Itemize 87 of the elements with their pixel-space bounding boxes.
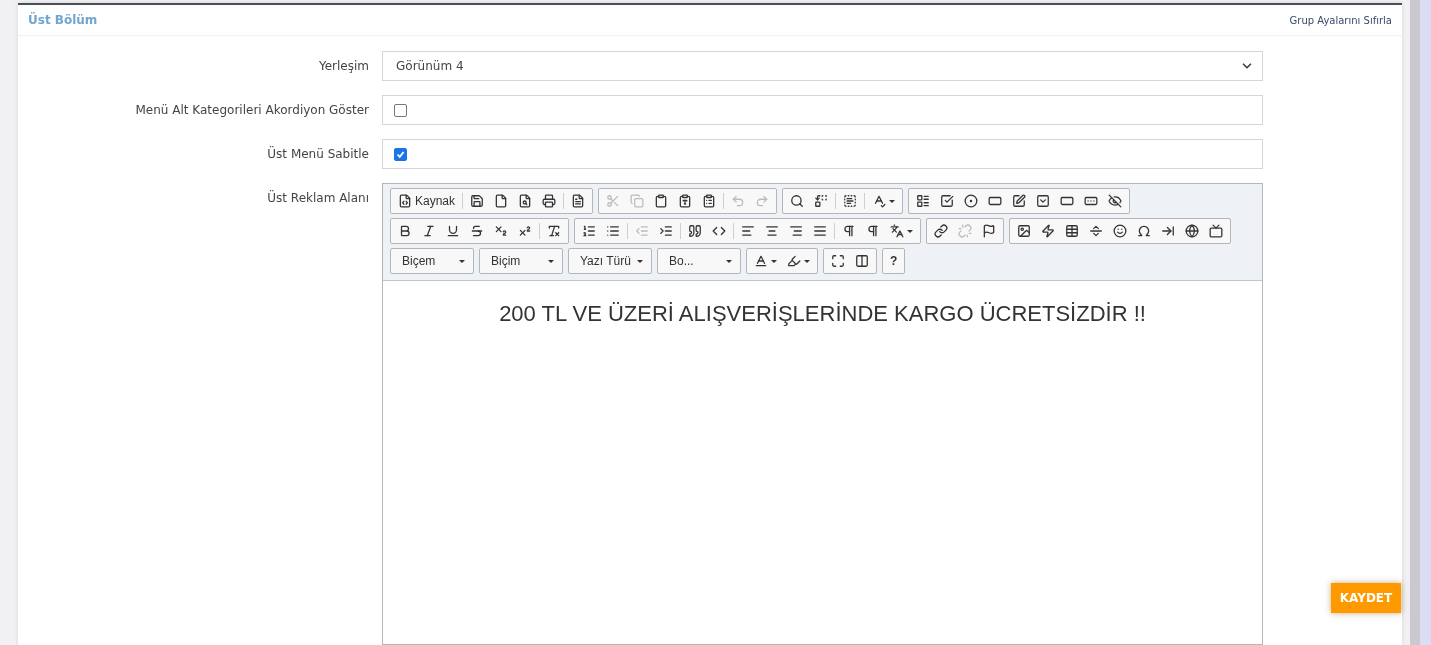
bold-icon: [398, 224, 412, 238]
form-icon: [916, 194, 931, 208]
caret-icon: [726, 259, 732, 263]
save-icon: [470, 194, 485, 208]
quote-icon: [688, 224, 702, 238]
horizontal-rule-icon: [1089, 224, 1103, 238]
code-file-icon: [398, 194, 412, 208]
caret-icon: [548, 259, 554, 263]
source-button[interactable]: Kaynak: [393, 191, 461, 211]
checkbox-icon: [940, 194, 955, 208]
outdent-icon: [635, 224, 649, 238]
caret-icon: [804, 259, 810, 263]
reset-link[interactable]: Grup Ayalarını Sıfırla: [1289, 14, 1392, 26]
checkbox[interactable]: [394, 103, 407, 117]
smiley-icon: [1113, 224, 1127, 238]
flag-icon: [982, 224, 996, 238]
italic-icon: [422, 224, 436, 238]
page-break-icon: [1161, 224, 1175, 238]
scissors-icon: [606, 194, 621, 208]
field-label: Yerleşim: [317, 58, 369, 75]
editor-content[interactable]: 200 TL VE ÜZERİ ALIŞVERİŞLERİNDE KARGO ÜCRETSİZDİR !!: [383, 281, 1262, 644]
hidden-field-icon: [1108, 194, 1123, 208]
text-area-icon: [1012, 194, 1027, 208]
clipboard-text-icon: [678, 194, 693, 208]
indent-icon: [659, 224, 673, 238]
layout-select[interactable]: Görünüm 4: [382, 51, 1263, 81]
table-icon: [1065, 224, 1079, 238]
align-right-icon: [789, 224, 803, 238]
subscript-icon: [494, 224, 508, 238]
preview-icon: [518, 194, 533, 208]
superscript-icon: [518, 224, 532, 238]
image-icon: [1017, 224, 1031, 238]
bullet-list-icon: [606, 224, 620, 238]
text-color-icon: [754, 254, 768, 268]
select-field-icon: [1036, 194, 1051, 208]
checkbox[interactable]: [394, 147, 407, 161]
document-icon: [571, 194, 586, 208]
pilcrow-icon: [866, 224, 880, 238]
search-icon: [790, 194, 805, 208]
numbered-list-icon: [582, 224, 596, 238]
radio-icon: [964, 194, 979, 208]
text-field-icon: [988, 194, 1003, 208]
banner-text: 200 TL VE ÜZERİ ALIŞVERİŞLERİNDE KARGO ÜCRETSİZDİR !!: [498, 301, 1147, 327]
style-dropdown[interactable]: Biçim: [482, 250, 560, 272]
style-dropdown[interactable]: Bo...: [660, 250, 738, 272]
image-button-icon: [1084, 194, 1099, 208]
help-button[interactable]: ?: [885, 251, 903, 271]
field-label: Üst Menü Sabitle: [266, 145, 369, 163]
caret-icon: [889, 199, 896, 203]
align-center-icon: [765, 224, 779, 238]
field-label: Üst Reklam Alanı: [266, 189, 369, 207]
video-icon: [1209, 224, 1223, 238]
link-icon: [934, 224, 948, 238]
div-icon: [712, 224, 726, 238]
undo-icon: [731, 194, 746, 208]
show-blocks-icon: [855, 254, 869, 268]
style-dropdown[interactable]: Yazı Türü: [571, 250, 649, 272]
underline-icon: [446, 224, 460, 238]
caret-icon: [637, 259, 643, 263]
justify-icon: [813, 224, 827, 238]
highlight-color-icon: [787, 254, 801, 268]
button-shape-icon: [1060, 194, 1075, 208]
caret-icon: [459, 259, 465, 263]
strikethrough-icon: [470, 224, 484, 238]
clipboard-icon: [654, 194, 669, 208]
style-dropdown[interactable]: Biçem: [393, 250, 471, 272]
blank-page-icon: [494, 194, 509, 208]
unlink-icon: [958, 224, 972, 238]
field-label: Menü Alt Kategorileri Akordiyon Göster: [134, 102, 369, 119]
select-all-icon: [843, 194, 858, 208]
language-icon: [890, 224, 904, 238]
globe-icon: [1185, 224, 1199, 238]
caret-icon: [907, 229, 913, 233]
flash-icon: [1041, 224, 1055, 238]
clipboard-list-icon: [702, 194, 717, 208]
replace-icon: [814, 194, 829, 208]
caret-icon: [771, 259, 777, 263]
panel-title: Üst Bölüm: [28, 13, 98, 27]
spellcheck-icon: [872, 194, 887, 208]
redo-icon: [755, 194, 770, 208]
pilcrow-icon: [842, 224, 856, 238]
copy-icon: [630, 194, 645, 208]
remove-format-icon: [547, 224, 561, 238]
maximize-icon: [831, 254, 845, 268]
align-left-icon: [741, 224, 755, 238]
omega-icon: [1137, 224, 1151, 238]
print-icon: [542, 194, 557, 208]
